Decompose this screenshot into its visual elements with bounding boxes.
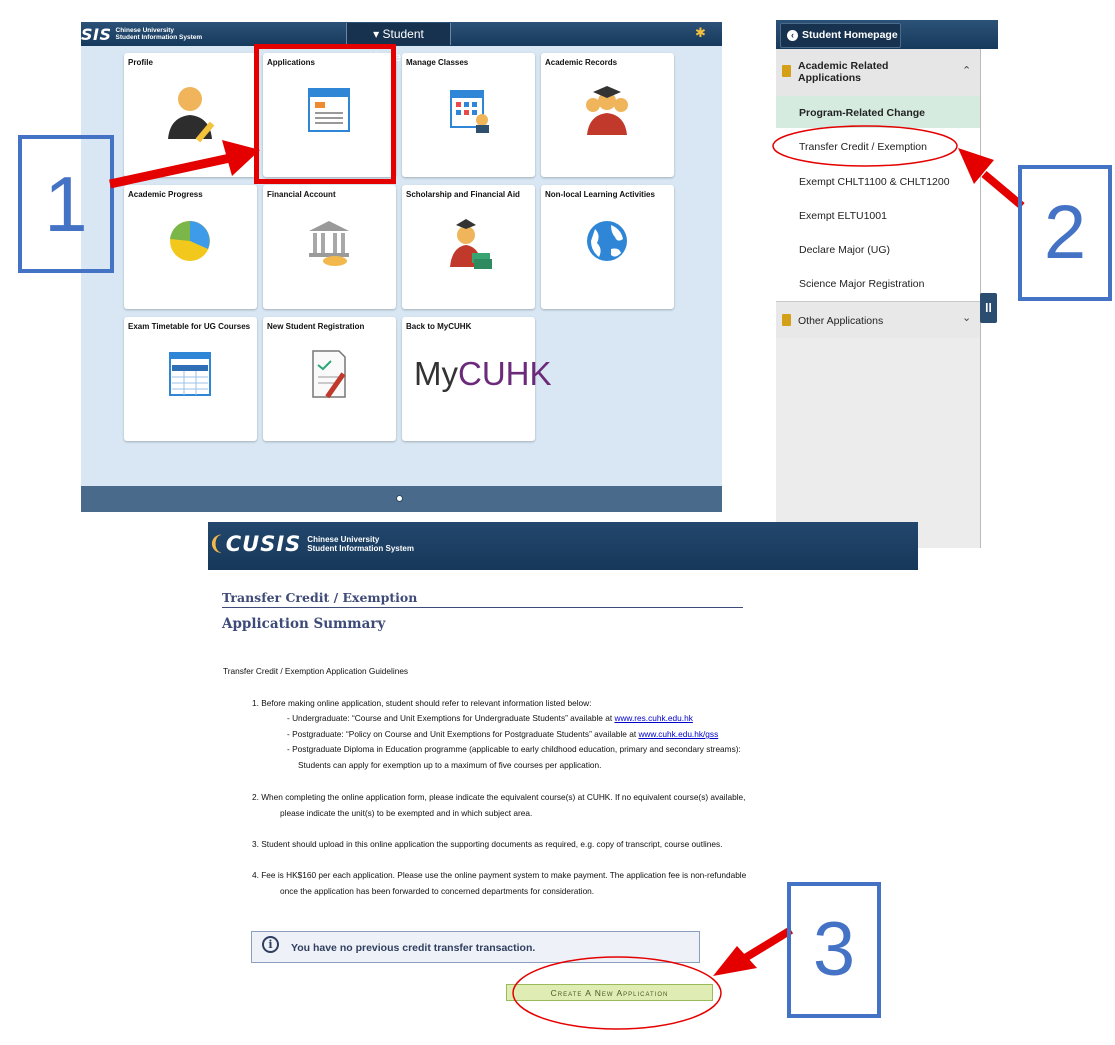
- sidebar-item-declare-major[interactable]: Declare Major (UG): [799, 244, 890, 256]
- group-other-applications[interactable]: Other Applications ⌄: [776, 301, 980, 339]
- mycuhk-cuhk: CUHK: [458, 355, 552, 392]
- logo-subtitle: Chinese University Student Information S…: [116, 27, 203, 41]
- guideline-4-line1: 4. Fee is HK$160 per each application. P…: [252, 870, 747, 880]
- guideline-1b-text: - Postgraduate: “Policy on Course and Un…: [287, 729, 639, 739]
- calendar-student-icon: [450, 90, 489, 133]
- folder-icon: [782, 314, 791, 326]
- tile-nonlocal-learning[interactable]: Non-local Learning Activities: [541, 185, 674, 309]
- tile-label: Manage Classes: [406, 58, 469, 67]
- guideline-1b: - Postgraduate: “Policy on Course and Un…: [287, 729, 718, 739]
- guideline-3: 3. Student should upload in this online …: [252, 839, 723, 849]
- link-res-cuhk[interactable]: www.res.cuhk.edu.hk: [614, 713, 692, 723]
- tile-label: Profile: [128, 58, 153, 67]
- group-academic-related[interactable]: Academic Related Applications ⌃: [776, 49, 980, 97]
- homepage-selector[interactable]: ▾ Student Homepage: [346, 23, 451, 64]
- tile-label: Scholarship and Financial Aid: [406, 190, 520, 199]
- guideline-4-line2: once the application has been forwarded …: [280, 886, 595, 896]
- tile-label: Non-local Learning Activities: [545, 190, 655, 199]
- sidebar-empty-area: [776, 338, 980, 548]
- chevron-down-icon: ⌄: [962, 312, 972, 324]
- cusis-logo: ❨ CUSIS Chinese University Student Infor…: [208, 531, 414, 556]
- tile-academic-records[interactable]: Academic Records: [541, 53, 674, 177]
- logo-text: SIS: [81, 24, 112, 44]
- guidelines-title: Transfer Credit / Exemption Application …: [223, 666, 409, 676]
- guideline-1a: - Undergraduate: “Course and Unit Exempt…: [287, 713, 693, 723]
- tile-label: New Student Registration: [267, 322, 365, 331]
- tile-label: Back to MyCUHK: [406, 322, 472, 331]
- tile-label: Academic Records: [545, 58, 618, 67]
- rainbow-logo-icon: ❨: [208, 533, 225, 555]
- graduates-icon: [586, 86, 628, 135]
- logo-line2: Student Information System: [115, 34, 203, 41]
- arrow-1-icon: [109, 140, 260, 189]
- mycuhk-logo: MyCUHK: [414, 355, 552, 393]
- tile-exam-timetable[interactable]: Exam Timetable for UG Courses: [124, 317, 257, 441]
- notice-text: You have no previous credit transfer tra…: [291, 942, 536, 954]
- tile-new-student-registration[interactable]: New Student Registration: [263, 317, 396, 441]
- pie-chart-icon: [170, 220, 210, 261]
- collapse-sidebar-icon[interactable]: ll: [980, 293, 997, 323]
- guideline-2-line1: 2. When completing the online applicatio…: [252, 792, 746, 802]
- step-2-label: 2: [1018, 165, 1112, 301]
- title-divider: [222, 607, 743, 608]
- tile-label: Exam Timetable for UG Courses: [128, 322, 251, 331]
- form-pen-icon: [312, 350, 346, 399]
- globe-icon: [587, 221, 627, 261]
- sidebar-panel: ‹ Student Homepage Academic Related Appli…: [776, 20, 998, 548]
- logo-line1: Chinese University: [307, 534, 380, 544]
- mycuhk-my: My: [414, 355, 458, 392]
- bank-icon: [309, 221, 349, 266]
- back-student-homepage-button[interactable]: ‹ Student Homepage: [780, 23, 901, 48]
- tile-academic-progress[interactable]: Academic Progress: [124, 185, 257, 309]
- page-indicator-dot[interactable]: [396, 495, 403, 502]
- guideline-1: 1. Before making online application, stu…: [252, 698, 592, 708]
- logo-line1: Chinese University: [115, 27, 175, 34]
- logo-subtitle: Chinese University Student Information S…: [307, 535, 414, 553]
- logo-line2: Student Information System: [307, 543, 414, 553]
- tile-financial-account[interactable]: Financial Account: [263, 185, 396, 309]
- guideline-2-line2: please indicate the unit(s) to be exempt…: [280, 808, 533, 818]
- highlight-applications-box: [254, 44, 396, 184]
- tile-scholarship[interactable]: Scholarship and Financial Aid: [402, 185, 535, 309]
- page-title: Transfer Credit / Exemption: [222, 590, 418, 605]
- timetable-icon: [169, 352, 211, 396]
- back-label: Student Homepage: [802, 29, 898, 41]
- group-label: Academic Related Applications: [798, 60, 889, 84]
- page-subtitle: Application Summary: [222, 616, 386, 632]
- chevron-up-icon: ⌃: [962, 65, 972, 77]
- cusis-logo: SIS Chinese University Student Informati…: [81, 22, 202, 46]
- folder-icon: [782, 65, 791, 77]
- info-icon: i: [262, 936, 279, 953]
- guideline-1c-line2: Students can apply for exemption up to a…: [298, 760, 602, 770]
- tile-manage-classes[interactable]: Manage Classes: [402, 53, 535, 177]
- logo-text: CUSIS: [225, 531, 302, 556]
- guideline-1a-text: - Undergraduate: “Course and Unit Exempt…: [287, 713, 615, 723]
- notification-icon[interactable]: ✱: [695, 25, 706, 41]
- guideline-1c-line1: - Postgraduate Diploma in Education prog…: [287, 744, 741, 754]
- sidebar-item-science-major[interactable]: Science Major Registration: [799, 278, 924, 290]
- student-homepage-panel: SIS Chinese University Student Informati…: [81, 22, 722, 512]
- link-cuhk-gss[interactable]: www.cuhk.edu.hk/gss: [638, 729, 718, 739]
- group-label: Other Applications: [798, 315, 884, 327]
- tile-back-to-mycuhk[interactable]: Back to MyCUHK MyCUHK: [402, 317, 552, 441]
- tile-label: Financial Account: [267, 190, 336, 199]
- scholar-money-icon: [450, 219, 492, 269]
- ellipse-and-arrow-2-icon: [772, 125, 1025, 210]
- ellipse-and-arrow-3-icon: [512, 926, 794, 1030]
- step-3-label: 3: [787, 882, 881, 1018]
- chevron-left-icon: ‹: [787, 29, 798, 41]
